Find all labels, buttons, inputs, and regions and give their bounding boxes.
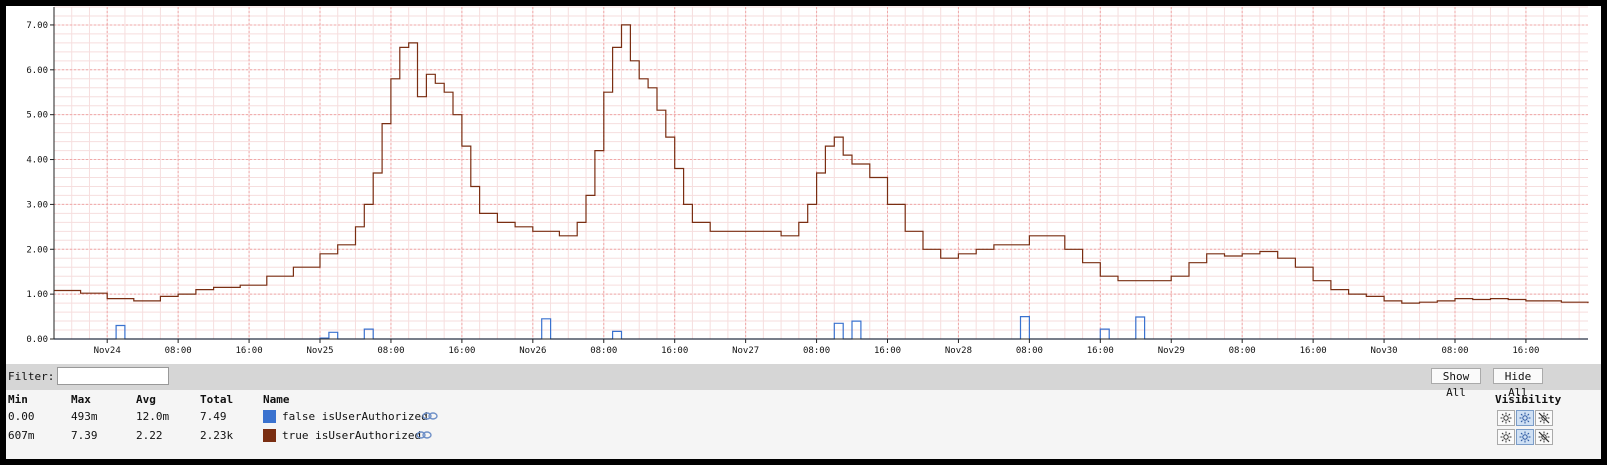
x-tick-label: 16:00 [236,346,263,356]
x-tick-label: Nov30 [1371,346,1398,356]
metrics-viewer: 0.00 1.00 2.00 3.00 4.00 5.00 6.00 7.00 Nov24 08:… [6,6,1601,459]
sun-off-icon [1538,431,1550,443]
column-header-visibility: Visibility [1495,393,1562,406]
show-series-button[interactable] [1497,429,1515,445]
sun-icon [1519,431,1531,443]
series-color-swatch [263,410,276,423]
column-header-min: Min [8,393,28,406]
row-min: 607m [8,429,35,442]
x-tick-label: Nov29 [1158,346,1185,356]
row-total: 7.49 [200,410,227,423]
sun-icon [1500,412,1512,424]
column-header-total: Total [200,393,234,406]
sun-icon [1519,412,1531,424]
row-max: 7.39 [71,429,98,442]
row-max: 493m [71,410,98,423]
x-tick-label: 16:00 [1512,346,1539,356]
solo-series-button[interactable] [1516,410,1534,426]
filter-input[interactable] [57,367,169,385]
series-name: false isUserAuthorized [282,410,428,423]
x-tick-label: Nov27 [732,346,759,356]
y-tick-label: 0.00 [26,335,48,345]
filter-label: Filter: [8,370,55,383]
hide-series-button[interactable] [1535,429,1553,445]
x-tick-label: 16:00 [661,346,688,356]
x-tick-label: 08:00 [377,346,404,356]
x-tick-label: 16:00 [1087,346,1114,356]
y-tick-label: 1.00 [26,290,48,300]
show-series-button[interactable] [1497,410,1515,426]
y-tick-label: 7.00 [26,21,48,31]
x-tick-label: Nov26 [519,346,546,356]
hide-all-button[interactable]: Hide All [1493,368,1543,399]
plot-background [6,6,1601,364]
row-min: 0.00 [8,410,35,423]
x-tick-label: 16:00 [448,346,475,356]
solo-series-button[interactable] [1516,429,1534,445]
link-icon[interactable] [422,411,438,421]
x-tick-label: 08:00 [165,346,192,356]
column-header-name: Name [263,393,290,406]
x-tick-label: 08:00 [803,346,830,356]
sun-icon [1500,431,1512,443]
column-header-avg: Avg [136,393,156,406]
y-tick-label: 6.00 [26,66,48,76]
y-tick-label: 3.00 [26,200,48,210]
sun-off-icon [1538,412,1550,424]
y-tick-label: 4.00 [26,156,48,166]
series-color-swatch [263,429,276,442]
row-avg: 12.0m [136,410,170,423]
x-tick-label: 08:00 [1229,346,1256,356]
show-all-button[interactable]: Show All [1431,368,1481,399]
x-tick-label: Nov24 [94,346,121,356]
x-tick-label: 08:00 [1016,346,1043,356]
filter-bar: Filter: Show All Hide All [6,364,1601,399]
x-tick-label: Nov25 [306,346,333,356]
row-total: 2.23k [200,429,234,442]
legend-table: Min Max Avg Total Name Visibility 0.00 4… [6,390,1601,459]
link-icon[interactable] [416,430,432,440]
row-avg: 2.22 [136,429,163,442]
x-tick-label: 16:00 [1300,346,1327,356]
x-tick-label: 08:00 [590,346,617,356]
x-tick-label: Nov28 [945,346,972,356]
series-name: true isUserAuthorized [282,429,422,442]
y-tick-label: 2.00 [26,245,48,255]
y-tick-label: 5.00 [26,111,48,121]
x-tick-label: 08:00 [1441,346,1468,356]
column-header-max: Max [71,393,91,406]
hide-series-button[interactable] [1535,410,1553,426]
x-tick-label: 16:00 [874,346,901,356]
time-series-chart: 0.00 1.00 2.00 3.00 4.00 5.00 6.00 7.00 Nov24 08:… [6,6,1601,364]
